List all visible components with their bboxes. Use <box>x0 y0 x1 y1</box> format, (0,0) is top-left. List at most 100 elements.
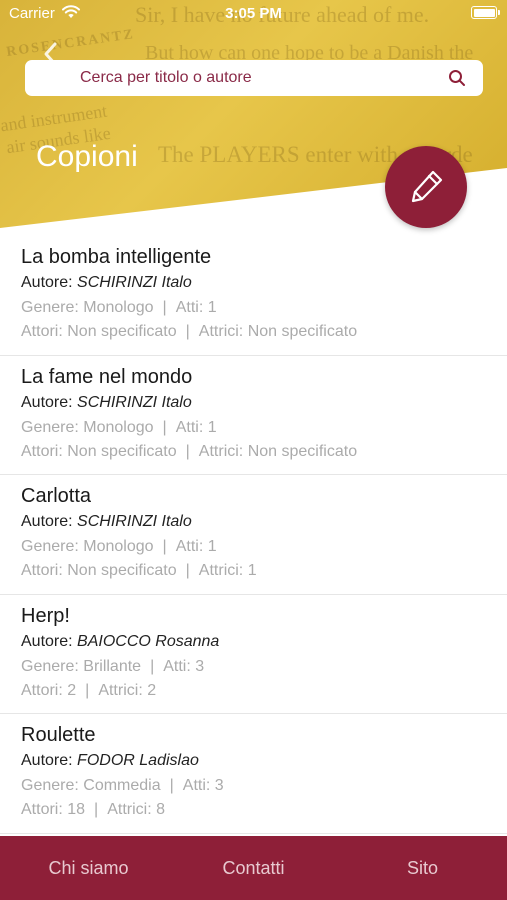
author-label: Autore: <box>21 393 73 411</box>
list-item[interactable]: La fame nel mondo Autore: SCHIRINZI Ital… <box>0 356 507 476</box>
separator: | <box>185 323 190 340</box>
actresses-value: 8 <box>156 801 166 819</box>
script-cast: Attori: 2 | Attrici: 2 <box>21 682 156 700</box>
genre-label: Genere: <box>21 538 79 556</box>
script-genre-acts: Genere: Monologo | Atti: 1 <box>21 299 217 317</box>
author-name: SCHIRINZI Italo <box>77 393 192 411</box>
acts-label: Atti: <box>163 657 191 675</box>
script-genre-acts: Genere: Commedia | Atti: 3 <box>21 777 224 795</box>
script-author: Autore: SCHIRINZI Italo <box>21 513 192 531</box>
actors-label: Attori: <box>21 442 63 460</box>
battery-icon <box>471 6 500 19</box>
search-bar[interactable] <box>25 60 483 96</box>
actors-value: Non specificato <box>67 323 177 340</box>
author-name: BAIOCCO Rosanna <box>77 632 220 650</box>
script-genre-acts: Genere: Monologo | Atti: 1 <box>21 538 217 556</box>
acts-value: 3 <box>214 777 224 795</box>
separator: | <box>169 777 174 795</box>
separator: | <box>162 299 167 316</box>
pencil-icon <box>411 170 443 203</box>
acts-value: 1 <box>207 538 217 556</box>
author-label: Autore: <box>21 274 73 291</box>
actresses-value: 2 <box>147 681 157 699</box>
genre-value: Monologo <box>83 538 154 556</box>
search-icon[interactable] <box>448 69 466 87</box>
actors-label: Attori: <box>21 323 63 340</box>
genre-value: Monologo <box>83 299 154 316</box>
script-genre-acts: Genere: Brillante | Atti: 3 <box>21 658 204 676</box>
actors-value: 18 <box>67 801 86 819</box>
script-title: Herp! <box>21 604 70 627</box>
list-item[interactable]: Herp! Autore: BAIOCCO Rosanna Genere: Br… <box>0 595 507 715</box>
list-item[interactable]: La bomba intelligente Autore: SCHIRINZI … <box>0 236 507 356</box>
list-item[interactable]: Roulette Autore: FODOR Ladislao Genere: … <box>0 714 507 834</box>
actresses-label: Attrici: <box>107 801 152 819</box>
script-author: Autore: SCHIRINZI Italo <box>21 274 192 292</box>
script-title: Carlotta <box>21 485 92 508</box>
genre-label: Genere: <box>21 299 79 316</box>
background-text: ROSENCRANTZ <box>5 27 136 60</box>
separator: | <box>85 681 90 699</box>
script-list: La bomba intelligente Autore: SCHIRINZI … <box>0 236 507 834</box>
search-input[interactable] <box>80 60 440 96</box>
actors-label: Attori: <box>21 681 63 699</box>
separator: | <box>185 562 190 580</box>
acts-value: 1 <box>207 299 217 316</box>
separator: | <box>94 801 99 819</box>
list-item[interactable]: Carlotta Autore: SCHIRINZI Italo Genere:… <box>0 475 507 595</box>
clock: 3:05 PM <box>225 5 282 22</box>
genre-label: Genere: <box>21 657 79 675</box>
acts-label: Atti: <box>175 418 204 436</box>
genre-value: Brillante <box>83 657 142 675</box>
genre-label: Genere: <box>21 418 79 436</box>
genre-value: Monologo <box>83 418 154 436</box>
actresses-value: Non specificato <box>247 442 358 460</box>
author-name: SCHIRINZI Italo <box>77 513 192 531</box>
actresses-label: Attrici: <box>98 681 143 699</box>
script-author: Autore: BAIOCCO Rosanna <box>21 633 219 651</box>
script-cast: Attori: Non specificato | Attrici: Non spe… <box>21 443 357 461</box>
genre-label: Genere: <box>21 777 79 795</box>
author-label: Autore: <box>21 632 73 650</box>
acts-label: Atti: <box>175 299 204 316</box>
separator: | <box>150 657 155 675</box>
actresses-value: 1 <box>247 562 257 580</box>
actors-value: Non specificato <box>67 562 177 580</box>
script-cast: Attori: Non specificato | Attrici: 1 <box>21 562 257 580</box>
script-cast: Attori: 18 | Attrici: 8 <box>21 801 165 819</box>
script-author: Autore: SCHIRINZI Italo <box>21 394 192 412</box>
actors-value: Non specificato <box>67 442 177 460</box>
actresses-label: Attrici: <box>198 323 244 340</box>
nav-contacts[interactable]: Contatti <box>169 858 338 879</box>
actresses-value: Non specificato <box>247 323 358 340</box>
acts-label: Atti: <box>182 777 211 795</box>
actors-label: Attori: <box>21 562 63 580</box>
actors-label: Attori: <box>21 801 63 819</box>
genre-value: Commedia <box>83 777 161 795</box>
bottom-nav: Chi siamo Contatti Sito <box>0 836 507 900</box>
separator: | <box>162 538 167 556</box>
author-label: Autore: <box>21 513 73 531</box>
author-label: Autore: <box>21 752 73 770</box>
separator: | <box>162 418 167 436</box>
script-title: Roulette <box>21 724 96 747</box>
page-title: Copioni <box>36 140 138 173</box>
status-bar: Carrier 3:05 PM <box>0 0 507 28</box>
separator: | <box>185 442 190 460</box>
edit-button[interactable] <box>385 146 467 228</box>
actresses-label: Attrici: <box>198 562 244 580</box>
nav-site[interactable]: Sito <box>338 858 507 879</box>
actresses-label: Attrici: <box>198 442 244 460</box>
script-title: La fame nel mondo <box>21 365 193 388</box>
author-name: SCHIRINZI Italo <box>77 274 192 291</box>
nav-about[interactable]: Chi siamo <box>4 858 173 879</box>
script-author: Autore: FODOR Ladislao <box>21 752 199 770</box>
acts-value: 1 <box>207 418 217 436</box>
script-cast: Attori: Non specificato | Attrici: Non spe… <box>21 323 357 341</box>
acts-label: Atti: <box>175 538 204 556</box>
author-name: FODOR Ladislao <box>77 752 199 770</box>
script-title: La bomba intelligente <box>21 246 212 268</box>
acts-value: 3 <box>195 657 205 675</box>
script-genre-acts: Genere: Monologo | Atti: 1 <box>21 419 217 437</box>
actors-value: 2 <box>67 681 77 699</box>
